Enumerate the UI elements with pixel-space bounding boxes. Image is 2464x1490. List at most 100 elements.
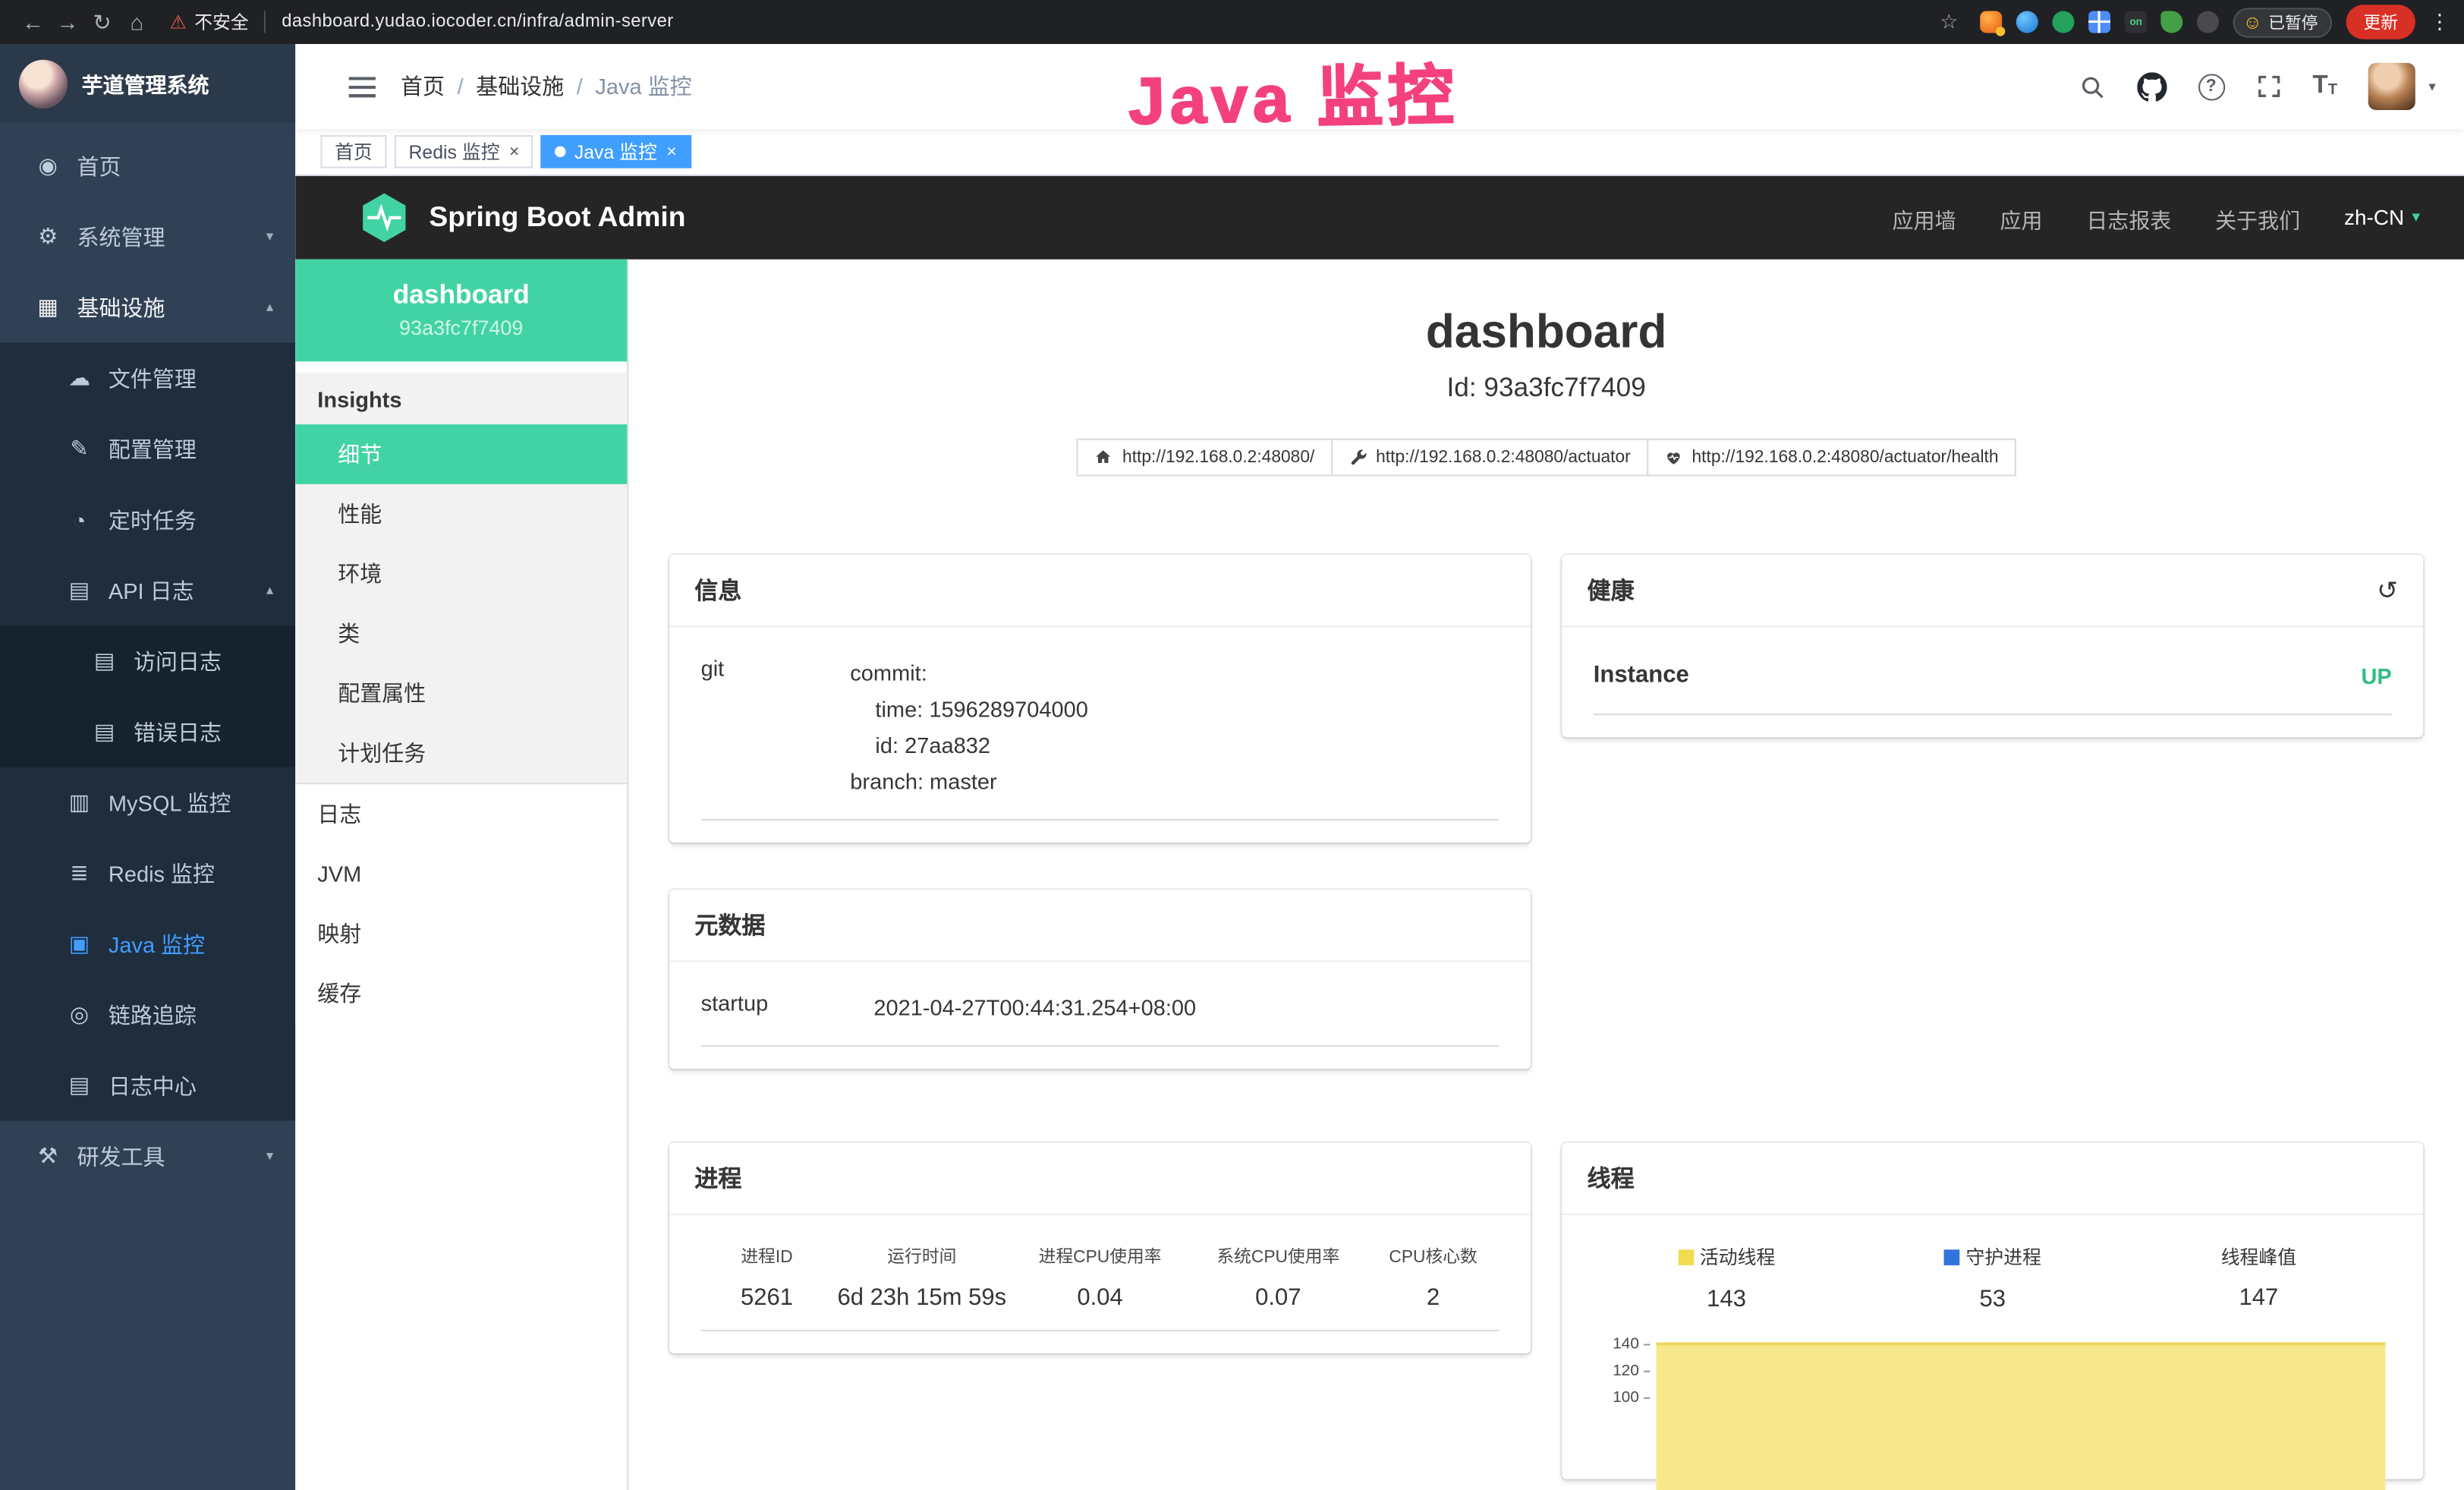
- tab-home[interactable]: 首页: [320, 135, 386, 168]
- page-title: dashboard: [628, 307, 2464, 360]
- sidebar-item-infrastructure[interactable]: ▦ 基础设施 ▴: [0, 272, 295, 342]
- breadcrumb-infrastructure[interactable]: 基础设施: [476, 71, 564, 102]
- font-size-icon[interactable]: TT: [2312, 74, 2337, 99]
- sba-item-performance[interactable]: 性能: [295, 484, 627, 544]
- sidebar-item-java-monitor[interactable]: ▣ Java 监控: [0, 909, 295, 979]
- extension-fox-icon[interactable]: [1981, 11, 2003, 33]
- sba-item-mappings[interactable]: 映射: [295, 904, 627, 964]
- sidebar-item-error-logs[interactable]: ▤ 错误日志: [0, 696, 295, 767]
- bookmark-star-icon[interactable]: ☆: [1931, 0, 1966, 44]
- tab-redis-monitor[interactable]: Redis 监控 ×: [395, 135, 533, 168]
- legend-live-threads: 活动线程 143: [1594, 1243, 1860, 1312]
- update-button[interactable]: 更新: [2346, 5, 2415, 39]
- sidebar-item-label: 文件管理: [109, 362, 197, 393]
- sidebar-item-access-logs[interactable]: ▤ 访问日志: [0, 625, 295, 696]
- sidebar-item-label: 访问日志: [134, 645, 222, 676]
- chevron-down-icon[interactable]: ▾: [2428, 78, 2435, 96]
- y-tick: 100: [1594, 1384, 1651, 1410]
- column-value: 0.04: [1011, 1284, 1189, 1311]
- sba-brand[interactable]: Spring Boot Admin: [358, 192, 685, 244]
- sba-item-environment[interactable]: 环境: [295, 543, 627, 603]
- sba-item-config-properties[interactable]: 配置属性: [295, 663, 627, 723]
- wrench-icon: [1348, 448, 1367, 467]
- actuator-url-button[interactable]: http://192.168.0.2:48080/actuator: [1330, 439, 1647, 477]
- eye-icon: ◎: [66, 1001, 93, 1028]
- sba-logo-icon: [358, 192, 410, 244]
- sba-item-caches[interactable]: 缓存: [295, 963, 627, 1023]
- sidebar-item-config-management[interactable]: ✎ 配置管理: [0, 414, 295, 484]
- sba-instance-header[interactable]: dashboard 93a3fc7f7409: [295, 260, 627, 362]
- document-icon: ▤: [91, 718, 118, 745]
- address-bar[interactable]: dashboard.yudao.iocoder.cn/infra/admin-s…: [282, 13, 673, 32]
- paused-badge[interactable]: ☺ 已暂停: [2233, 7, 2332, 36]
- service-url-button[interactable]: http://192.168.0.2:48080/: [1077, 439, 1332, 477]
- info-card: 信息 git commit: time: 1596289704000 id: 2…: [669, 555, 1531, 843]
- sidebar-item-mysql-monitor[interactable]: ▥ MySQL 监控: [0, 767, 295, 838]
- sba-nav-about[interactable]: 关于我们: [2215, 202, 2300, 233]
- history-icon[interactable]: ↺: [2377, 575, 2398, 606]
- close-icon[interactable]: ×: [509, 142, 519, 161]
- security-warning[interactable]: ⚠ 不安全: [170, 9, 249, 34]
- threads-card: 线程 活动线程 14: [1562, 1142, 2423, 1478]
- status-badge: UP: [2361, 663, 2391, 688]
- fullscreen-icon[interactable]: [2256, 74, 2281, 99]
- sidebar-item-file-management[interactable]: ☁ 文件管理: [0, 342, 295, 413]
- health-url-button[interactable]: http://192.168.0.2:48080/actuator/health: [1646, 439, 2016, 477]
- column-value: 6d 23h 15m 59s: [832, 1284, 1011, 1311]
- browser-home-icon[interactable]: ⌂: [119, 0, 154, 44]
- extension-on-badge[interactable]: on: [2125, 11, 2147, 33]
- search-icon[interactable]: [2079, 73, 2105, 99]
- actuator-url-label: http://192.168.0.2:48080/actuator: [1376, 448, 1631, 467]
- right-column: 健康 ↺ Instance UP: [1562, 555, 2423, 1479]
- sba-nav-journal[interactable]: 日志报表: [2086, 202, 2171, 233]
- sba-item-classes[interactable]: 类: [295, 603, 627, 663]
- sba-item-scheduled-tasks[interactable]: 计划任务: [295, 723, 627, 783]
- breadcrumb-home[interactable]: 首页: [401, 71, 445, 102]
- user-avatar[interactable]: [2369, 63, 2416, 110]
- sidebar-item-home[interactable]: ◉ 首页: [0, 131, 295, 201]
- sidebar-item-label: 首页: [77, 150, 121, 181]
- extension-grid-icon[interactable]: [2089, 11, 2111, 33]
- sidebar-item-system-management[interactable]: ⚙ 系统管理 ▾: [0, 201, 295, 272]
- browser-menu-icon[interactable]: ⋮: [2429, 0, 2448, 44]
- sidebar-item-scheduled-tasks[interactable]: ◔ 定时任务: [0, 484, 295, 555]
- sidebar-item-label: Redis 监控: [109, 858, 215, 889]
- sidebar-item-log-center[interactable]: ▤ 日志中心: [0, 1050, 295, 1120]
- sidebar-item-dev-tools[interactable]: ⚒ 研发工具 ▾: [0, 1120, 295, 1191]
- sba-item-jvm[interactable]: JVM: [295, 844, 627, 904]
- process-card-title: 进程: [669, 1142, 1531, 1214]
- extension-green-icon[interactable]: [2053, 11, 2075, 33]
- close-icon[interactable]: ×: [666, 142, 676, 161]
- github-icon[interactable]: [2136, 71, 2166, 101]
- browser-back-icon[interactable]: ←: [16, 0, 51, 44]
- extension-paw-icon[interactable]: [2197, 11, 2219, 33]
- sidebar-item-label: 日志中心: [109, 1069, 197, 1101]
- sba-nav-applications[interactable]: 应用: [2000, 202, 2043, 233]
- tab-java-monitor[interactable]: Java 监控 ×: [541, 135, 691, 168]
- browser-forward-icon[interactable]: →: [50, 0, 85, 44]
- extension-leaf-icon[interactable]: [2161, 11, 2183, 33]
- sba-item-logs[interactable]: 日志: [295, 784, 627, 844]
- sidebar-item-trace[interactable]: ◎ 链路追踪: [0, 979, 295, 1050]
- health-url-label: http://192.168.0.2:48080/actuator/health: [1692, 448, 1999, 467]
- sidebar-item-api-logs[interactable]: ▤ API 日志 ▴: [0, 555, 295, 625]
- tab-label: Java 监控: [574, 138, 657, 165]
- sba-item-details[interactable]: 细节: [295, 424, 627, 484]
- git-commit-time: time: 1596289704000: [850, 691, 1088, 728]
- sba-nav-wallboard[interactable]: 应用墙: [1893, 202, 1956, 233]
- chevron-down-icon: ▾: [2412, 209, 2420, 226]
- browser-reload-icon[interactable]: ↻: [85, 0, 120, 44]
- metadata-key: startup: [701, 991, 874, 1027]
- hamburger-icon[interactable]: [349, 76, 376, 96]
- sba-locale-select[interactable]: zh-CN ▾: [2344, 206, 2420, 229]
- extension-drop-icon[interactable]: [2016, 11, 2038, 33]
- health-instance-row[interactable]: Instance UP: [1594, 656, 2392, 716]
- app-logo[interactable]: 芋道管理系统: [0, 44, 295, 123]
- metadata-card-title: 元数据: [669, 890, 1531, 962]
- help-icon[interactable]: ?: [2198, 73, 2224, 99]
- tools-icon: ⚒: [35, 1142, 61, 1169]
- edit-icon: ✎: [66, 436, 93, 462]
- process-col-system-cpu: 系统CPU使用率 0.07: [1189, 1243, 1367, 1311]
- breadcrumb: 首页 / 基础设施 / Java 监控: [401, 71, 692, 102]
- sidebar-item-redis-monitor[interactable]: ≣ Redis 监控: [0, 838, 295, 909]
